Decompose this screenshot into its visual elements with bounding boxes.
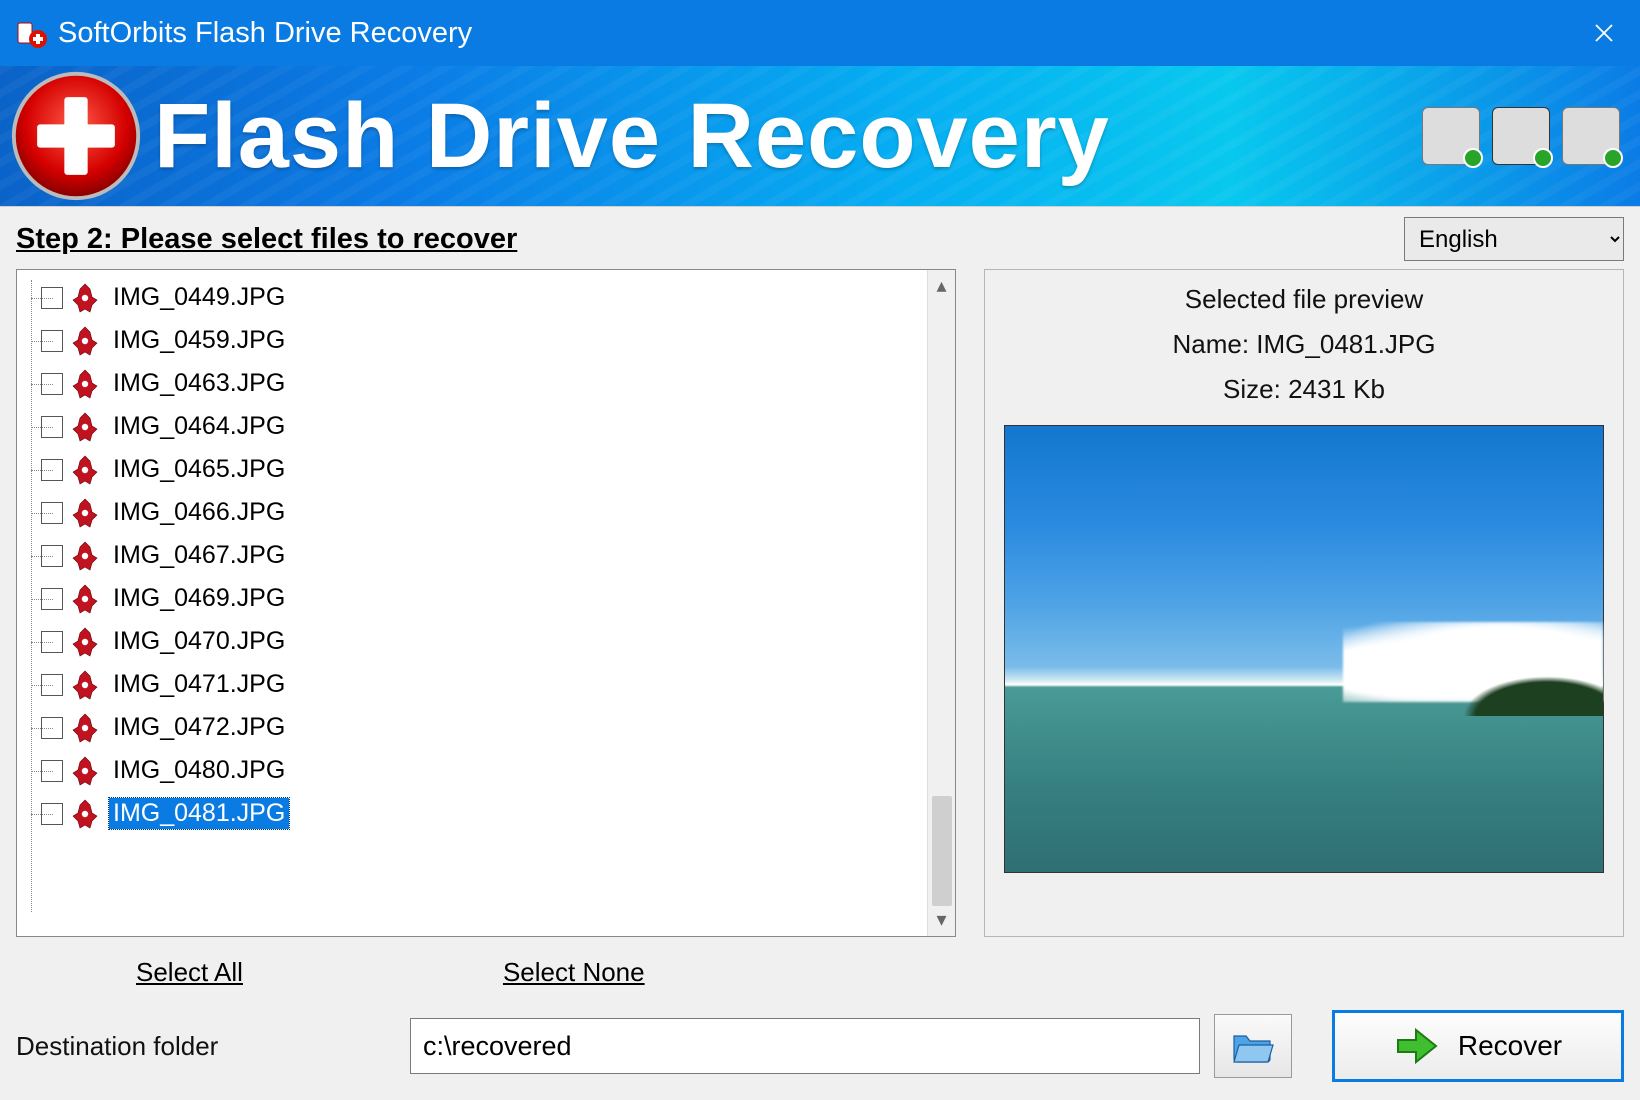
scroll-up-icon[interactable]: ▴: [936, 276, 946, 296]
preview-name: Name: IMG_0481.JPG: [1173, 329, 1436, 360]
file-name: IMG_0465.JPG: [109, 454, 289, 485]
file-checkbox[interactable]: [41, 330, 63, 352]
camera-icon: [1562, 107, 1620, 165]
file-type-icon: [69, 755, 101, 787]
file-name: IMG_0467.JPG: [109, 540, 289, 571]
file-checkbox[interactable]: [41, 502, 63, 524]
file-row[interactable]: IMG_0459.JPG: [41, 319, 923, 362]
file-row[interactable]: IMG_0465.JPG: [41, 448, 923, 491]
usb-drive-icon: [1422, 107, 1480, 165]
file-name: IMG_0463.JPG: [109, 368, 289, 399]
browse-folder-button[interactable]: [1214, 1014, 1292, 1078]
select-all-link[interactable]: Select All: [136, 957, 243, 988]
tree-scrollbar[interactable]: ▴ ▾: [927, 270, 955, 936]
file-type-icon: [69, 497, 101, 529]
file-row[interactable]: IMG_0471.JPG: [41, 663, 923, 706]
file-name: IMG_0481.JPG: [109, 798, 289, 829]
folder-open-icon: [1231, 1028, 1275, 1064]
file-row[interactable]: IMG_0472.JPG: [41, 706, 923, 749]
banner-logo-icon: [8, 68, 144, 204]
app-banner: Flash Drive Recovery: [0, 66, 1640, 206]
file-name: IMG_0471.JPG: [109, 669, 289, 700]
file-checkbox[interactable]: [41, 588, 63, 610]
select-none-link[interactable]: Select None: [503, 957, 645, 988]
file-checkbox[interactable]: [41, 287, 63, 309]
recover-button-label: Recover: [1458, 1030, 1562, 1062]
file-name: IMG_0469.JPG: [109, 583, 289, 614]
file-type-icon: [69, 411, 101, 443]
file-name: IMG_0464.JPG: [109, 411, 289, 442]
preview-image: [1004, 425, 1604, 873]
file-type-icon: [69, 282, 101, 314]
file-row[interactable]: IMG_0470.JPG: [41, 620, 923, 663]
file-type-icon: [69, 626, 101, 658]
file-name: IMG_0459.JPG: [109, 325, 289, 356]
banner-title: Flash Drive Recovery: [154, 84, 1110, 189]
file-checkbox[interactable]: [41, 416, 63, 438]
file-row[interactable]: IMG_0449.JPG: [41, 276, 923, 319]
file-type-icon: [69, 454, 101, 486]
preview-panel: Selected file preview Name: IMG_0481.JPG…: [984, 269, 1624, 937]
file-row[interactable]: IMG_0480.JPG: [41, 749, 923, 792]
arrow-right-icon: [1394, 1026, 1440, 1066]
file-checkbox[interactable]: [41, 717, 63, 739]
recover-button[interactable]: Recover: [1332, 1010, 1624, 1082]
preview-heading: Selected file preview: [1185, 284, 1423, 315]
file-row[interactable]: IMG_0467.JPG: [41, 534, 923, 577]
destination-label: Destination folder: [16, 1031, 396, 1062]
window-title: SoftOrbits Flash Drive Recovery: [58, 17, 472, 50]
file-checkbox[interactable]: [41, 803, 63, 825]
file-tree[interactable]: IMG_0449.JPG IMG_0459.JPG IMG_0463.JPG I…: [16, 269, 956, 937]
language-select[interactable]: English: [1404, 217, 1624, 261]
device-icons: [1422, 107, 1640, 165]
file-type-icon: [69, 325, 101, 357]
file-checkbox[interactable]: [41, 674, 63, 696]
close-button[interactable]: [1584, 13, 1624, 53]
file-type-icon: [69, 583, 101, 615]
file-checkbox[interactable]: [41, 373, 63, 395]
scroll-down-icon[interactable]: ▾: [936, 910, 946, 930]
app-icon: [16, 17, 48, 49]
file-row[interactable]: IMG_0469.JPG: [41, 577, 923, 620]
file-name: IMG_0466.JPG: [109, 497, 289, 528]
file-type-icon: [69, 798, 101, 830]
sd-card-icon: [1492, 107, 1550, 165]
file-row[interactable]: IMG_0464.JPG: [41, 405, 923, 448]
file-checkbox[interactable]: [41, 545, 63, 567]
preview-size: Size: 2431 Kb: [1223, 374, 1385, 405]
file-name: IMG_0480.JPG: [109, 755, 289, 786]
destination-input[interactable]: [410, 1018, 1200, 1074]
file-name: IMG_0470.JPG: [109, 626, 289, 657]
file-row[interactable]: IMG_0463.JPG: [41, 362, 923, 405]
file-name: IMG_0449.JPG: [109, 282, 289, 313]
scroll-thumb[interactable]: [932, 796, 952, 906]
file-type-icon: [69, 712, 101, 744]
titlebar: SoftOrbits Flash Drive Recovery: [0, 0, 1640, 66]
file-type-icon: [69, 368, 101, 400]
file-name: IMG_0472.JPG: [109, 712, 289, 743]
file-checkbox[interactable]: [41, 631, 63, 653]
file-type-icon: [69, 540, 101, 572]
file-row[interactable]: IMG_0481.JPG: [41, 792, 923, 835]
step-heading: Step 2: Please select files to recover: [16, 223, 517, 256]
file-checkbox[interactable]: [41, 459, 63, 481]
file-type-icon: [69, 669, 101, 701]
file-checkbox[interactable]: [41, 760, 63, 782]
file-row[interactable]: IMG_0466.JPG: [41, 491, 923, 534]
